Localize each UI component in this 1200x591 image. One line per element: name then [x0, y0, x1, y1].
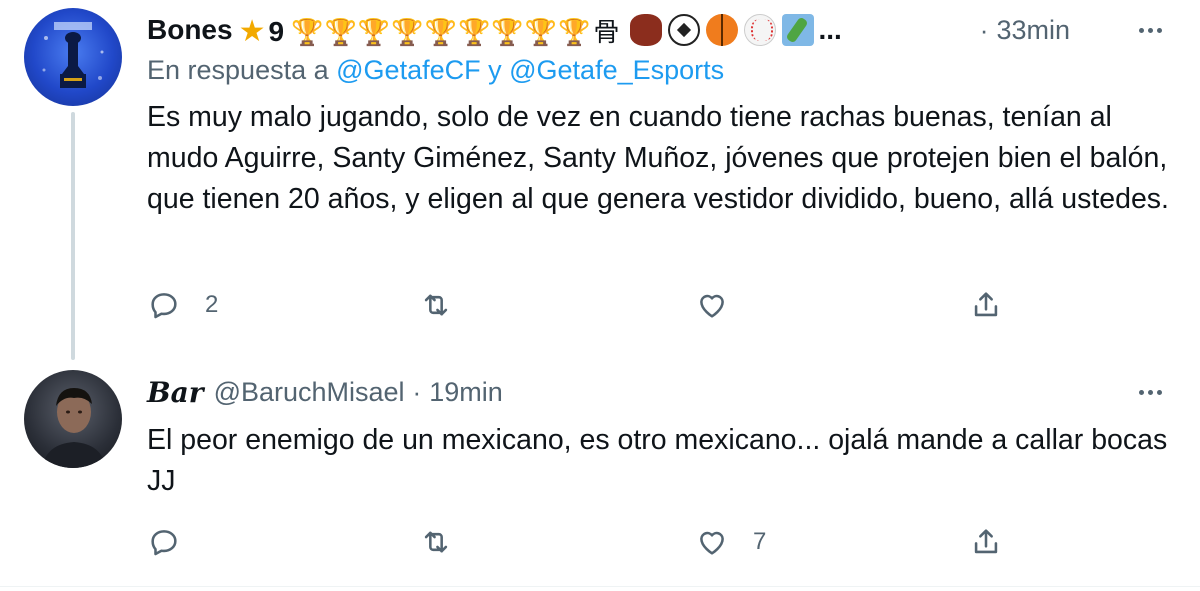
sports-emoji-row	[630, 14, 815, 46]
more-icon-dot	[1156, 27, 1162, 33]
reply-icon	[151, 530, 177, 556]
tweet-header: Bones ★9 🏆🏆🏆🏆🏆🏆🏆🏆🏆骨 ... · 33min	[147, 10, 1170, 50]
share-button[interactable]	[969, 522, 1003, 562]
like-button[interactable]	[695, 285, 753, 325]
soccer-ball-icon	[668, 14, 701, 46]
like-count: 7	[753, 528, 767, 555]
name-number: 9	[268, 15, 286, 47]
retweet-button[interactable]	[419, 285, 477, 325]
trophy-icon: 🏆	[491, 16, 525, 47]
tweet-time[interactable]: 33min	[996, 15, 1070, 46]
more-icon-dot	[1147, 389, 1153, 395]
retweet-icon	[424, 531, 448, 553]
more-icon	[1138, 389, 1144, 395]
timeline: Bones ★9 🏆🏆🏆🏆🏆🏆🏆🏆🏆骨 ... · 33min En respu…	[0, 0, 1200, 591]
tweet-actions: 2	[147, 285, 1027, 325]
tweet[interactable]: Bones ★9 🏆🏆🏆🏆🏆🏆🏆🏆🏆骨 ... · 33min En respu…	[0, 0, 1200, 360]
trophy-icons: 🏆🏆🏆🏆🏆🏆🏆🏆🏆	[291, 16, 591, 47]
tweet-time[interactable]: 19min	[429, 377, 503, 408]
baseball-icon	[744, 14, 777, 46]
tweet-actions: 7	[147, 522, 1027, 562]
heart-icon	[700, 294, 724, 318]
mention-link[interactable]: @Getafe_Esports	[509, 55, 724, 85]
more-options-button[interactable]	[1130, 372, 1170, 412]
reply-conjunction: y	[488, 55, 502, 85]
kanji-text: 骨	[593, 17, 621, 48]
trophy-icon: 🏆	[324, 16, 358, 47]
share-icon	[974, 292, 998, 317]
avatar[interactable]	[24, 8, 122, 106]
more-icon-dot	[1156, 389, 1162, 395]
like-button[interactable]: 7	[695, 522, 766, 562]
thread-connector	[71, 112, 75, 360]
american-football-icon	[630, 14, 663, 46]
display-name[interactable]: Bar	[147, 376, 204, 409]
tweet[interactable]: Bar @BaruchMisael · 19min El peor enemig…	[0, 360, 1200, 586]
trophy-icon: 🏆	[457, 16, 492, 47]
trophy-icon: 🏆	[391, 16, 425, 47]
more-icon-dot	[1147, 27, 1153, 33]
separator-dot: ·	[979, 14, 989, 45]
retweet-icon	[424, 294, 448, 316]
trophy-icon: 🏆	[524, 16, 559, 47]
reply-button[interactable]	[147, 522, 205, 562]
reply-icon	[151, 293, 177, 319]
divider	[0, 586, 1200, 587]
japan-map-icon	[782, 14, 815, 46]
display-name-decorations: ★9 🏆🏆🏆🏆🏆🏆🏆🏆🏆骨	[239, 12, 623, 49]
reply-count: 2	[205, 291, 219, 318]
trophy-icon: 🏆	[424, 16, 458, 47]
tweet-time-group: · 33min	[972, 10, 1070, 50]
more-icon	[1138, 27, 1144, 33]
mention-link[interactable]: @GetafeCF	[336, 55, 480, 85]
reply-context: En respuesta a @GetafeCF y @Getafe_Espor…	[147, 55, 724, 86]
trophy-icon: 🏆	[291, 16, 325, 47]
display-name[interactable]: Bones	[147, 14, 233, 46]
share-icon	[974, 529, 998, 554]
basketball-icon	[706, 14, 739, 46]
tweet-text: Es muy malo jugando, solo de vez en cuan…	[147, 101, 1169, 215]
user-photo-avatar-image	[42, 388, 106, 468]
tweet-text: El peor enemigo de un mexicano, es otro …	[147, 424, 1168, 497]
share-button[interactable]	[969, 285, 1003, 325]
username[interactable]: @BaruchMisael	[214, 377, 405, 408]
retweet-button[interactable]	[419, 522, 477, 562]
trophy-icon: 🏆	[558, 16, 592, 47]
star-icon: ★	[238, 14, 267, 48]
trophy-avatar-image	[42, 22, 104, 88]
separator-dot: ·	[412, 376, 422, 407]
more-options-button[interactable]	[1130, 10, 1170, 50]
tweet-header: Bar @BaruchMisael · 19min	[147, 372, 1170, 412]
avatar[interactable]	[24, 370, 122, 468]
reply-button[interactable]: 2	[147, 285, 218, 325]
trophy-icon: 🏆	[357, 16, 392, 47]
heart-icon	[700, 531, 724, 555]
reply-prefix: En respuesta a	[147, 55, 329, 85]
name-truncation: ...	[818, 14, 842, 45]
